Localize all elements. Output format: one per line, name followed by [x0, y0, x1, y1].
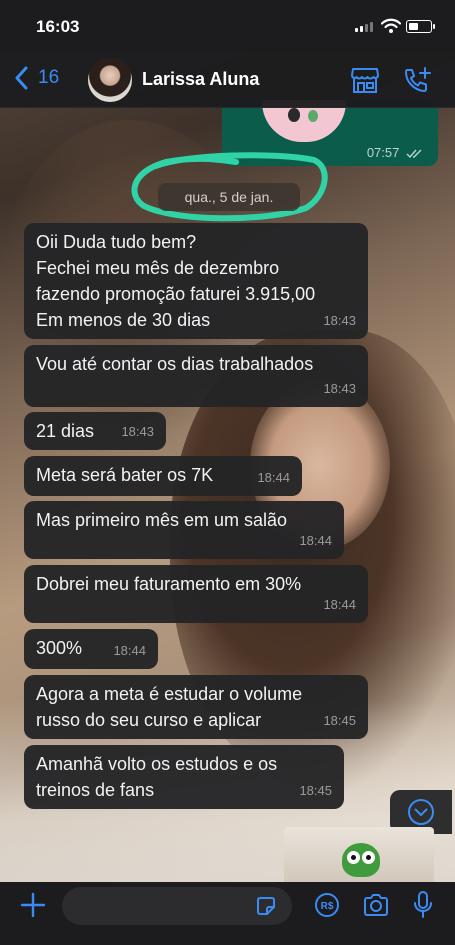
message-time: 18:45: [299, 783, 332, 798]
message-text: Mas primeiro mês em um salão: [36, 510, 288, 530]
incoming-message[interactable]: Agora a meta é estudar o volume russo do…: [24, 675, 368, 739]
incoming-message[interactable]: Mas primeiro mês em um salão 18:44: [24, 501, 344, 559]
incoming-message[interactable]: 300% 18:44: [24, 629, 158, 669]
incoming-message[interactable]: Meta será bater os 7K 18:44: [24, 456, 302, 496]
chevron-down-circle-icon: [408, 799, 434, 825]
message-time: 07:57: [367, 145, 424, 160]
message-text: Amanhã volto os estudos e os treinos de …: [36, 754, 278, 800]
chevron-left-icon: [15, 66, 28, 90]
double-check-icon: [406, 149, 422, 158]
phone-plus-icon[interactable]: [402, 66, 432, 94]
message-time: 18:45: [323, 713, 356, 728]
unread-count: 16: [38, 67, 60, 88]
message-text: Agora a meta é estudar o volume russo do…: [36, 684, 303, 730]
status-bar: 16:03: [0, 0, 455, 52]
store-icon[interactable]: [350, 66, 380, 94]
incoming-message[interactable]: Vou até contar os dias trabalhados 18:43: [24, 345, 368, 407]
message-time: 18:44: [299, 533, 332, 548]
message-text: Oii Duda tudo bem? Fechei meu mês de dez…: [36, 232, 316, 330]
wifi-icon: [381, 18, 401, 33]
message-text: Dobrei meu faturamento em 30%: [36, 574, 302, 594]
kermit-sticker: [342, 843, 380, 877]
sticker-message[interactable]: [284, 827, 434, 882]
message-time: 18:43: [323, 313, 356, 328]
message-time: 18:44: [257, 470, 290, 485]
incoming-message[interactable]: Amanhã volto os estudos e os treinos de …: [24, 745, 344, 809]
message-input[interactable]: [62, 887, 292, 925]
battery-icon: [406, 20, 435, 33]
message-text: Vou até contar os dias trabalhados: [36, 354, 314, 374]
back-button[interactable]: 16: [14, 66, 59, 90]
contact-name[interactable]: Larissa Aluna: [142, 69, 259, 90]
sticker-icon[interactable]: [255, 895, 277, 917]
incoming-message[interactable]: Dobrei meu faturamento em 30% 18:44: [24, 565, 368, 623]
plus-icon[interactable]: [20, 892, 46, 918]
date-separator: qua., 5 de jan.: [158, 183, 300, 211]
microphone-icon[interactable]: [412, 890, 434, 920]
incoming-message[interactable]: 21 dias 18:43: [24, 412, 166, 450]
svg-text:R$: R$: [321, 901, 334, 912]
message-time: 18:44: [113, 643, 146, 658]
message-text: Meta será bater os 7K: [36, 465, 214, 485]
chat-header: 16 Larissa Aluna: [0, 52, 455, 108]
pix-rs-icon[interactable]: R$: [314, 892, 340, 918]
message-time: 18:43: [323, 381, 356, 396]
signal-icon: [355, 22, 373, 32]
camera-icon[interactable]: [362, 892, 390, 918]
incoming-message[interactable]: Oii Duda tudo bem? Fechei meu mês de dez…: [24, 223, 368, 339]
avatar[interactable]: [88, 58, 132, 102]
chat-screen: 07:57 qua., 5 de jan. Oii Duda tudo bem?…: [0, 0, 455, 945]
status-time: 16:03: [36, 17, 80, 36]
message-time: 18:43: [121, 424, 154, 439]
message-time: 18:44: [323, 597, 356, 612]
input-bar: R$: [0, 882, 455, 945]
